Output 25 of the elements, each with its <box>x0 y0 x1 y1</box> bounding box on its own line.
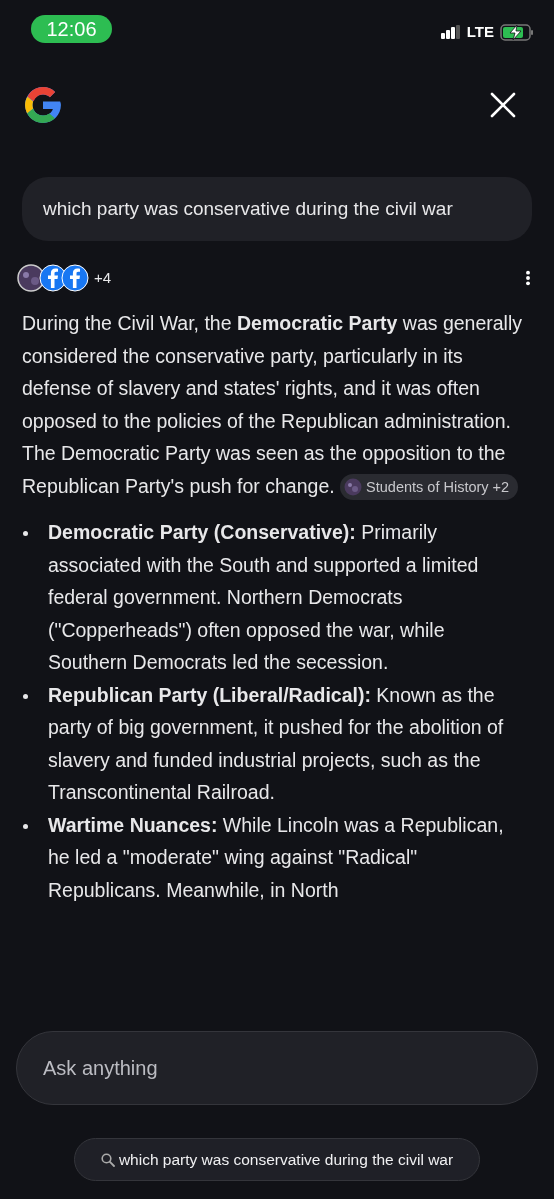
more-icon <box>525 270 531 286</box>
bullet-text: Wartime Nuances: While Lincoln was a Republican, he led a "moderate" wing against "Radical" Republicans. Meanwhile, in North <box>48 812 505 903</box>
source-count[interactable]: +4 <box>94 266 112 290</box>
bullet-icon <box>23 823 28 829</box>
more-options-button[interactable] <box>524 268 532 288</box>
signal-icon <box>440 25 461 39</box>
ask-input[interactable]: Ask anything <box>43 1053 511 1083</box>
bullet-text: Republican Party (Liberal/Radical): Known as the party of big government, it pushed for the abolition of slavery and funded industrial projects, such as the Transcontinental Railroad. <box>48 682 505 805</box>
status-time: 12:06 <box>31 15 112 43</box>
google-logo <box>22 84 64 126</box>
battery-charging-icon <box>500 23 534 41</box>
network-label: LTE <box>466 21 494 42</box>
bullet-icon <box>23 531 28 536</box>
facebook-icon <box>61 264 89 292</box>
search-suggestion-chip[interactable]: which party was conservative during the civil war <box>73 1138 481 1181</box>
close-icon <box>490 92 516 118</box>
close-button[interactable] <box>490 92 516 118</box>
ask-field[interactable]: Ask anything <box>16 1031 538 1105</box>
source-avatar-icon <box>344 478 363 497</box>
bullet-text: Democratic Party (Conservative): Primarily associated with the South and supported a limited federal government. Northern Democrats ("Copperheads") often opposed the war, while Southern Democrats led the secession. <box>48 520 480 675</box>
bullet-icon <box>23 693 28 699</box>
query-bubble: which party was conservative during the civil war <box>22 177 532 241</box>
search-icon <box>100 1152 115 1167</box>
citation-chip[interactable]: Students of History +2 <box>340 474 519 501</box>
answer-paragraph: During the Civil War, the Democratic Party was generally considered the conservative party, particularly in its defense of slavery and states' rights, and it was often opposed to the policies of the Republican administration. The Democratic Party was seen as the opposition to the Republican Party's push for change. Students of History +2 <box>22 307 524 502</box>
